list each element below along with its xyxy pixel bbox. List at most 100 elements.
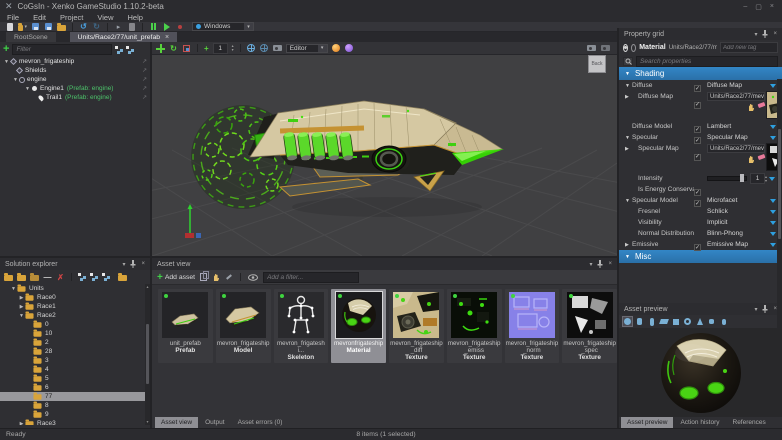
delete-button[interactable]: ✗ bbox=[56, 273, 65, 282]
visibility-eye-icon[interactable] bbox=[248, 273, 259, 281]
pin-icon[interactable] bbox=[762, 305, 768, 313]
screenshot-button[interactable] bbox=[587, 44, 596, 53]
view-mode-1-icon[interactable] bbox=[78, 273, 86, 281]
asset-tile-skeleton[interactable]: mevron_frigateshi... Skeleton bbox=[273, 289, 329, 363]
tree-item-0[interactable]: 0 bbox=[0, 319, 150, 329]
tree-item-race3[interactable]: ▶ Race3 bbox=[0, 418, 150, 425]
tree-item-28[interactable]: 28 bbox=[0, 346, 150, 356]
pin-icon[interactable] bbox=[597, 260, 603, 268]
menu-file[interactable]: File bbox=[7, 13, 19, 22]
panel-close-icon[interactable]: × bbox=[141, 261, 145, 267]
checkbox[interactable]: ✓ bbox=[694, 153, 701, 161]
link-arrow-icon[interactable]: ↗ bbox=[142, 67, 147, 74]
tab-close-icon[interactable]: × bbox=[165, 34, 169, 41]
save-button[interactable] bbox=[31, 22, 40, 31]
panel-close-icon[interactable]: × bbox=[608, 261, 612, 267]
property-grid-scrollbar[interactable] bbox=[777, 79, 782, 329]
tab-action-history[interactable]: Action history bbox=[674, 417, 725, 428]
dropdown-caret-icon[interactable] bbox=[770, 198, 776, 203]
viewport-3d-scene[interactable] bbox=[31, 55, 782, 257]
record-button[interactable] bbox=[175, 22, 184, 31]
viewport-settings-button[interactable] bbox=[601, 44, 610, 53]
build-doc-button[interactable] bbox=[127, 22, 136, 31]
nav-cube[interactable]: Back bbox=[588, 55, 606, 73]
asset-tile-texture-norm[interactable]: mevron_frigateship_norm Texture bbox=[504, 289, 560, 363]
selected-asset-radio-icon[interactable] bbox=[623, 43, 629, 52]
asset-filter-input[interactable] bbox=[263, 271, 360, 283]
local-space-button[interactable] bbox=[260, 44, 269, 53]
remove-button[interactable]: — bbox=[43, 273, 52, 282]
play-button[interactable] bbox=[162, 22, 171, 31]
tab-references[interactable]: References bbox=[727, 417, 772, 428]
property-row-diffuse[interactable]: ▼ Diffuse ✓ Diffuse Map bbox=[619, 80, 782, 92]
tree-item-shields[interactable]: Shields ↗ bbox=[0, 66, 150, 75]
packages-button[interactable] bbox=[118, 273, 127, 282]
add-asset-button[interactable]: + Add asset bbox=[157, 272, 195, 283]
solution-scrollbar[interactable]: ▴ ▾ bbox=[145, 284, 150, 425]
clear-eraser-icon[interactable] bbox=[757, 101, 766, 109]
property-row-diffuse-map[interactable]: ▶ Diffuse Map ✓ Units/Race2/77/mevr bbox=[619, 91, 782, 121]
open-button[interactable]: ▾ bbox=[18, 22, 27, 31]
asset-preview-viewport[interactable] bbox=[619, 328, 782, 417]
pin-icon[interactable] bbox=[130, 260, 136, 268]
open-in-explorer-button[interactable] bbox=[30, 273, 39, 282]
property-row-specular-model[interactable]: ▼ Specular Model ✓ Microfacet bbox=[619, 195, 782, 207]
texture-reference-field[interactable]: Units/Race2/77/mevr bbox=[707, 92, 765, 101]
tab-rootscene[interactable]: RootScene bbox=[6, 32, 56, 42]
alt-asset-radio-icon[interactable] bbox=[631, 43, 637, 52]
dropdown-caret-icon[interactable] bbox=[770, 83, 776, 88]
snap-value-input[interactable] bbox=[212, 42, 228, 54]
new-project-button[interactable] bbox=[4, 273, 13, 282]
add-tag-input[interactable] bbox=[720, 42, 778, 53]
editor-mode-combo[interactable]: Editor ▾ bbox=[285, 43, 328, 53]
asset-tile-texture-diff[interactable]: mevron_frigateship_diff Texture bbox=[389, 289, 444, 363]
intensity-slider[interactable] bbox=[707, 174, 747, 182]
link-arrow-icon[interactable]: ↗ bbox=[142, 85, 147, 92]
view-mode-3-icon[interactable] bbox=[102, 273, 110, 281]
dropdown-caret-icon[interactable] bbox=[770, 124, 776, 129]
preview-shape-torus-button[interactable] bbox=[683, 317, 692, 326]
panel-menu-caret-icon[interactable]: ▾ bbox=[754, 306, 757, 313]
snap-spinner[interactable]: ▴ ▾ bbox=[232, 44, 234, 52]
dropdown-caret-icon[interactable] bbox=[769, 176, 776, 181]
property-row-specular[interactable]: ▼ Specular ✓ Specular Map bbox=[619, 132, 782, 144]
tree-item-units[interactable]: ▼ Units bbox=[0, 284, 150, 293]
preview-shape-cube-button[interactable] bbox=[671, 317, 680, 326]
panel-menu-caret-icon[interactable]: ▾ bbox=[754, 31, 757, 38]
tree-item-3[interactable]: 3 bbox=[0, 355, 150, 365]
property-row-specular-map[interactable]: ▶ Specular Map ✓ Units/Race2/77/mevr bbox=[619, 143, 782, 173]
save-all-button[interactable] bbox=[44, 22, 53, 31]
maximize-button[interactable]: ▢ bbox=[755, 3, 762, 11]
panel-menu-caret-icon[interactable]: ▾ bbox=[589, 261, 592, 268]
tab-output[interactable]: Output bbox=[199, 417, 231, 428]
add-entity-button[interactable]: + bbox=[3, 44, 9, 55]
scale-gizmo-button[interactable] bbox=[182, 44, 191, 53]
preview-shape-plane-button[interactable] bbox=[658, 317, 669, 326]
expander-icon[interactable]: ▼ bbox=[24, 86, 31, 92]
asset-tile-texture-emiss[interactable]: mevron_frigateship_emiss Texture bbox=[446, 289, 502, 363]
preview-shape-custom-button[interactable] bbox=[719, 317, 728, 326]
intensity-spinner[interactable]: ▴ ▾ bbox=[765, 174, 767, 183]
platform-combo[interactable]: Windows ▾ bbox=[192, 22, 254, 31]
render-mode-button[interactable] bbox=[332, 44, 341, 53]
undo-button[interactable]: ↺ bbox=[79, 22, 88, 31]
menu-help[interactable]: Help bbox=[128, 13, 143, 22]
texture-reference-field[interactable]: Units/Race2/77/mevr bbox=[707, 144, 765, 153]
menu-project[interactable]: Project bbox=[60, 13, 83, 22]
preview-shape-sphere-button[interactable] bbox=[622, 316, 633, 327]
tree-item-trail1[interactable]: Trail1 (Prefab: engine) ↗ bbox=[0, 93, 150, 102]
tree-item-5[interactable]: 5 bbox=[0, 373, 150, 383]
dropdown-caret-icon[interactable] bbox=[770, 231, 776, 236]
expander-icon[interactable]: ▼ bbox=[3, 59, 10, 65]
translate-gizmo-button[interactable] bbox=[156, 43, 165, 53]
tree-item-race0[interactable]: ▶ Race0 bbox=[0, 292, 150, 302]
property-row-fresnel[interactable]: Fresnel Schlick bbox=[619, 206, 782, 217]
property-search-input[interactable] bbox=[636, 55, 778, 67]
hierarchy-filter-input[interactable] bbox=[12, 44, 113, 55]
preview-shape-cylinder-button[interactable] bbox=[635, 317, 644, 326]
preview-shape-teapot-button[interactable] bbox=[707, 317, 716, 326]
redo-button[interactable]: ↻ bbox=[92, 22, 101, 31]
pick-hand-icon[interactable] bbox=[747, 103, 755, 112]
slider-thumb[interactable] bbox=[740, 174, 744, 182]
panel-close-icon[interactable]: × bbox=[773, 31, 777, 37]
